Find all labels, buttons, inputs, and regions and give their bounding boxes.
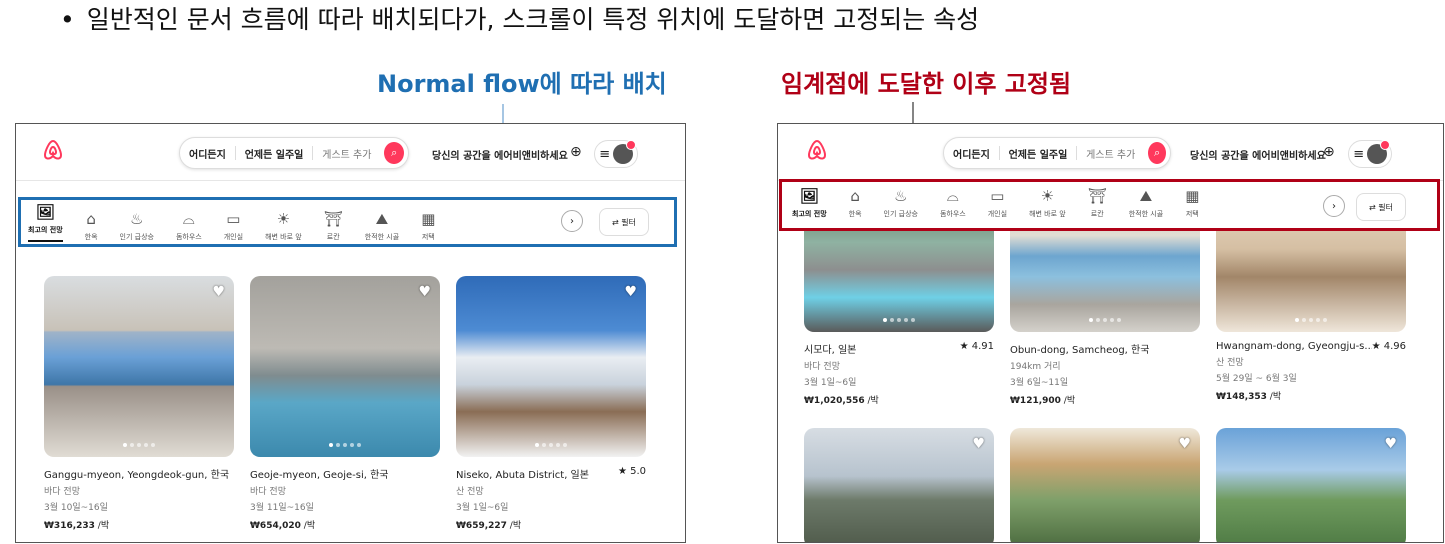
globe-icon[interactable]: ⊕ [570, 144, 582, 160]
listing-dates: 3월 10일~16일 [44, 503, 108, 513]
listing-price: ₩148,353 [1216, 392, 1267, 402]
menu-icon: ≡ [1353, 146, 1365, 162]
price-unit: /박 [94, 521, 110, 531]
listing-location: Obun-dong, Samcheog, 한국 [1010, 345, 1150, 356]
listing-subtitle: 산 전망 [456, 487, 484, 497]
listing-price-row: ₩1,020,556 /박 [804, 393, 994, 406]
listing-price-row: ₩654,020 /박 [250, 518, 440, 531]
fixed-label: 임계점에 도달한 이후 고정됨 [781, 70, 1072, 98]
photo-dots [535, 443, 567, 447]
listing-location: Ganggu-myeon, Yeongdeok-gun, 한국 [44, 470, 230, 481]
heart-icon[interactable]: ♥ [1384, 436, 1397, 452]
listing-location: Hwangnam-dong, Gyeongju-s... [1216, 341, 1372, 352]
search-bar[interactable]: 어디든지 언제든 일주일 게스트 추가 ⌕ [943, 137, 1171, 169]
listing-subtitle: 산 전망 [1216, 358, 1244, 368]
price-unit: /박 [864, 396, 879, 406]
listing-dates: 5월 29일 ~ 6월 3일 [1216, 374, 1297, 384]
menu-icon: ≡ [599, 146, 611, 162]
listing-rating: ★ 4.96 [1371, 341, 1406, 352]
listing-dates: 3월 6일~11일 [1010, 378, 1069, 388]
search-bar[interactable]: 어디든지 언제든 일주일 게스트 추가 ⌕ [179, 137, 409, 169]
bullet: • [60, 5, 75, 34]
listing-subtitle: 바다 전망 [250, 487, 286, 497]
where-field[interactable]: 어디든지 [180, 146, 235, 161]
host-link[interactable]: 당신의 공간을 에어비앤비하세요 [432, 147, 568, 162]
listing-price: ₩121,900 [1010, 396, 1061, 406]
header-divider [16, 180, 685, 181]
listing-dates: 3월 11일~16일 [250, 503, 314, 513]
photo-dots [123, 443, 155, 447]
user-menu-button[interactable]: ≡ [1348, 140, 1392, 168]
listing-photo[interactable]: ♥ [804, 428, 994, 542]
when-field[interactable]: 언제든 일주일 [1000, 146, 1077, 161]
listing-price: ₩654,020 [250, 521, 301, 531]
heart-icon[interactable]: ♥ [624, 284, 637, 300]
listing-price: ₩316,233 [44, 521, 95, 531]
listing-rating: ★ 5.0 [617, 466, 646, 477]
when-field[interactable]: 언제든 일주일 [236, 146, 313, 161]
listing-price: ₩1,020,556 [804, 396, 865, 406]
avatar [1366, 140, 1390, 164]
highlight-box-red [779, 179, 1440, 231]
host-link[interactable]: 당신의 공간을 에어비앤비하세요 [1190, 147, 1326, 162]
photo-dots [329, 443, 361, 447]
listing-dates: 3월 1일~6일 [456, 503, 509, 513]
search-icon[interactable]: ⌕ [384, 142, 404, 164]
highlight-box-blue [18, 197, 677, 247]
listing-location: 시모다, 일본 [804, 345, 857, 356]
guests-field[interactable]: 게스트 추가 [1077, 146, 1144, 161]
listing-price-row: ₩316,233 /박 [44, 518, 234, 531]
sticky-screenshot: 시모다, 일본 ★ 4.91 바다 전망 3월 1일~6일 ₩1,020,556 … [777, 123, 1444, 543]
listing-price-row: ₩659,227 /박 [456, 518, 646, 531]
photo-dots [1295, 318, 1327, 322]
listing-subtitle: 바다 전망 [44, 487, 80, 497]
heart-icon[interactable]: ♥ [418, 284, 431, 300]
price-unit: /박 [300, 521, 316, 531]
airbnb-logo-icon[interactable] [806, 138, 828, 167]
avatar [612, 140, 636, 164]
listing-location: Niseko, Abuta District, 일본 [456, 470, 589, 481]
listing-dates: 3월 1일~6일 [804, 378, 857, 388]
price-unit: /박 [506, 521, 522, 531]
heart-icon[interactable]: ♥ [212, 284, 225, 300]
guests-field[interactable]: 게스트 추가 [313, 146, 380, 161]
heading-text: 일반적인 문서 흐름에 따라 배치되다가, 스크롤이 특정 위치에 도달하면 고… [86, 5, 980, 34]
normal-flow-label: Normal flow에 따라 배치 [377, 70, 667, 98]
globe-icon[interactable]: ⊕ [1323, 144, 1335, 160]
search-icon[interactable]: ⌕ [1148, 142, 1166, 164]
listing-rating: ★ 4.91 [959, 341, 994, 352]
listing-price-row: ₩148,353 /박 [1216, 389, 1406, 402]
site-header: 어디든지 언제든 일주일 게스트 추가 ⌕ 당신의 공간을 에어비앤비하세요 ⊕… [16, 124, 685, 180]
photo-dots [1089, 318, 1121, 322]
listing-location: Geoje-myeon, Geoje-si, 한국 [250, 470, 389, 481]
user-menu-button[interactable]: ≡ [594, 140, 638, 168]
normal-flow-screenshot: 어디든지 언제든 일주일 게스트 추가 ⌕ 당신의 공간을 에어비앤비하세요 ⊕… [15, 123, 686, 543]
heart-icon[interactable]: ♥ [972, 436, 985, 452]
price-unit: /박 [1266, 392, 1282, 402]
price-unit: /박 [1060, 396, 1076, 406]
where-field[interactable]: 어디든지 [944, 146, 999, 161]
listing-photo[interactable]: ♥ [456, 276, 646, 457]
listing-photo[interactable]: ♥ [250, 276, 440, 457]
listing-subtitle: 194km 거리 [1010, 362, 1061, 372]
listing-price: ₩659,227 [456, 521, 507, 531]
listing-card[interactable]: ♥ Niseko, Abuta District, 일본 ★ 5.0 산 전망 3… [456, 276, 646, 531]
listing-photo[interactable]: ♥ [44, 276, 234, 457]
listing-card[interactable]: ♥ Geoje-myeon, Geoje-si, 한국 바다 전망 3월 11일… [250, 276, 440, 531]
photo-dots [883, 318, 915, 322]
slide-heading: • 일반적인 문서 흐름에 따라 배치되다가, 스크롤이 특정 위치에 도달하면 … [60, 0, 979, 40]
heart-icon[interactable]: ♥ [1178, 436, 1191, 452]
listing-photo[interactable]: ♥ [1010, 428, 1200, 542]
listing-photo[interactable]: ♥ [1216, 428, 1406, 542]
listing-price-row: ₩121,900 /박 [1010, 393, 1200, 406]
airbnb-logo-icon[interactable] [42, 138, 64, 167]
listing-subtitle: 바다 전망 [804, 362, 840, 372]
listing-card[interactable]: ♥ Ganggu-myeon, Yeongdeok-gun, 한국 바다 전망 … [44, 276, 234, 531]
